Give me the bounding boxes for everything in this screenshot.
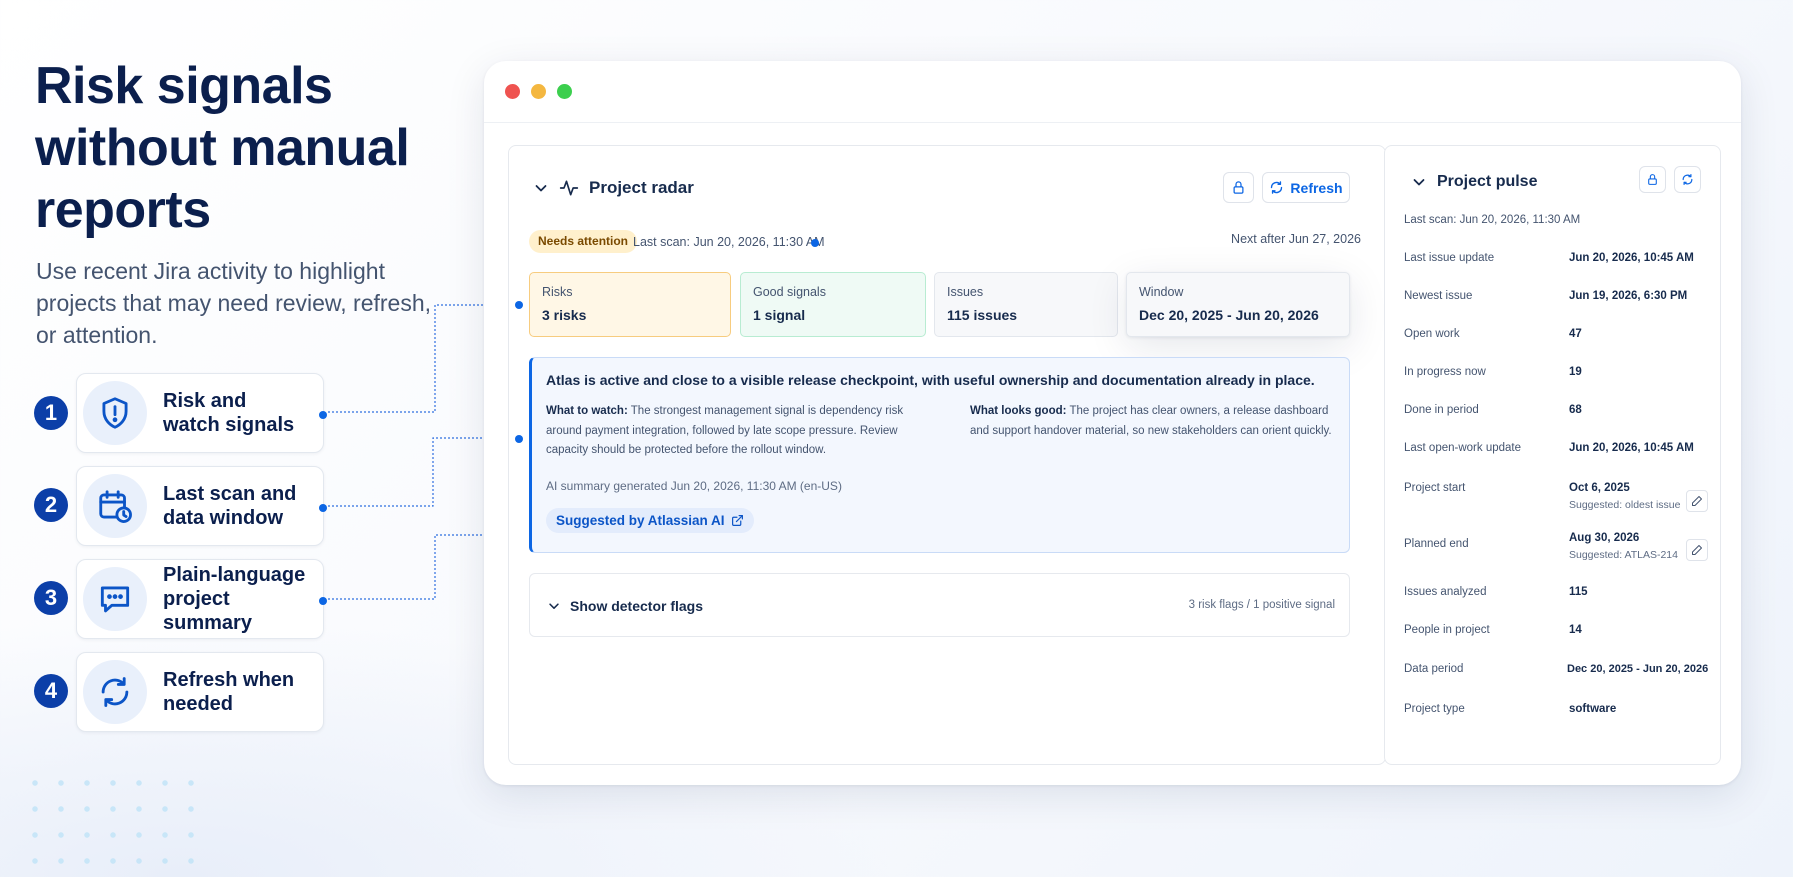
pulse-row-suggestion: Suggested: oldest issue — [1569, 499, 1681, 511]
stat-good-signals: Good signals 1 signal — [740, 272, 926, 337]
pulse-row-value: Dec 20, 2025 - Jun 20, 2026 — [1567, 663, 1709, 675]
summary-generated-time: AI summary generated Jun 20, 2026, 11:30… — [546, 479, 842, 493]
connector-dot — [515, 301, 523, 309]
calendar-clock-icon — [83, 474, 147, 538]
activity-pulse-icon — [559, 180, 579, 196]
pulse-row-label: Project type — [1404, 703, 1465, 715]
pulse-row-label: Issues analyzed — [1404, 586, 1487, 598]
feature-number-2: 2 — [34, 488, 68, 522]
window-close-button[interactable] — [505, 84, 520, 99]
what-looks-good: What looks good: The project has clear o… — [970, 405, 1332, 437]
pulse-row-value: 68 — [1569, 404, 1582, 416]
stat-window: Window Dec 20, 2025 - Jun 20, 2026 — [1126, 272, 1350, 337]
refresh-button[interactable]: Refresh — [1262, 172, 1350, 203]
edit-planned-end-button[interactable] — [1686, 539, 1708, 561]
feature-label: Refresh when needed — [163, 669, 295, 715]
radar-title: Project radar — [589, 178, 694, 197]
pulse-row-label: People in project — [1404, 624, 1490, 636]
pulse-row-value: Jun 20, 2026, 10:45 AM — [1569, 442, 1694, 454]
feature-label: Plain-language project summary — [163, 564, 306, 634]
pulse-header[interactable]: Project pulse — [1411, 173, 1537, 191]
pencil-icon — [1692, 545, 1702, 555]
pulse-row-value: Jun 19, 2026, 6:30 PM — [1569, 290, 1688, 302]
project-pulse-panel: Project pulse Last scan: Jun 20, 2026, 1… — [1384, 145, 1721, 765]
pulse-row-value: 14 — [1569, 624, 1582, 636]
lock-icon — [1648, 174, 1657, 185]
app-window: Project radar Refresh Needs attention La… — [484, 61, 1741, 785]
suggested-by-ai-link[interactable]: Suggested by Atlassian AI — [546, 508, 754, 533]
feature-label: Risk and watch signals — [163, 390, 295, 436]
lock-button[interactable] — [1223, 172, 1254, 203]
radar-header[interactable]: Project radar — [533, 178, 694, 198]
pulse-row-suggestion: Suggested: ATLAS-214 — [1569, 549, 1678, 561]
feature-label: Last scan and data window — [163, 483, 297, 529]
window-maximize-button[interactable] — [557, 84, 572, 99]
feature-card-risk-signals: Risk and watch signals — [76, 373, 327, 453]
external-link-icon — [731, 515, 743, 526]
refresh-icon — [83, 660, 147, 724]
hero-title: Risk signals without manual reports — [35, 57, 410, 239]
what-to-watch: What to watch: The strongest management … — [546, 405, 904, 456]
pulse-row-label: Done in period — [1404, 404, 1479, 416]
window-titlebar — [484, 61, 1741, 123]
feature-number-1: 1 — [34, 396, 68, 430]
stat-issues: Issues 115 issues — [934, 272, 1118, 337]
chat-bubble-icon — [83, 567, 147, 631]
pencil-icon — [1692, 496, 1702, 506]
refresh-label: Refresh — [1290, 179, 1343, 196]
pulse-title: Project pulse — [1437, 173, 1538, 190]
pulse-row-label: Planned end — [1404, 538, 1469, 550]
detector-flags-toggle[interactable]: Show detector flags 3 risk flags / 1 pos… — [529, 573, 1350, 637]
window-minimize-button[interactable] — [531, 84, 546, 99]
connector-dot — [515, 435, 523, 443]
project-radar-panel: Project radar Refresh Needs attention La… — [508, 145, 1386, 765]
pulse-row-value: 19 — [1569, 366, 1582, 378]
decorative-dot-grid — [22, 770, 202, 877]
chevron-down-icon[interactable] — [1411, 174, 1427, 190]
refresh-icon — [1271, 181, 1283, 194]
pulse-row-label: In progress now — [1404, 366, 1486, 378]
shield-alert-icon — [83, 381, 147, 445]
pulse-row-value: 115 — [1569, 586, 1588, 598]
pulse-last-scan: Last scan: Jun 20, 2026, 11:30 AM — [1404, 214, 1581, 226]
chevron-down-icon — [549, 603, 559, 609]
hero-subtitle: Use recent Jira activity to highlight pr… — [36, 258, 432, 348]
pulse-row-label: Newest issue — [1404, 290, 1473, 302]
chevron-down-icon[interactable] — [533, 180, 549, 196]
next-scan-text: Next after Jun 27, 2026 — [1231, 232, 1361, 246]
connector-dot — [319, 411, 327, 419]
pulse-row-value: Oct 6, 2025 — [1569, 482, 1630, 494]
pulse-row-label: Last open-work update — [1404, 442, 1521, 454]
feature-card-summary: Plain-language project summary — [76, 559, 327, 639]
last-scan-text: Last scan: Jun 20, 2026, 11:30 AM — [633, 235, 825, 249]
feature-card-refresh: Refresh when needed — [76, 652, 324, 732]
detector-flags-title: Show detector flags — [570, 598, 704, 614]
feature-card-last-scan: Last scan and data window — [76, 466, 327, 546]
status-badge: Needs attention — [529, 230, 638, 253]
refresh-icon — [1682, 174, 1693, 185]
connector-dot — [811, 239, 819, 247]
pulse-refresh-button[interactable] — [1674, 166, 1701, 193]
ai-summary-card: Atlas is active and close to a visible r… — [529, 357, 1350, 553]
summary-headline: Atlas is active and close to a visible r… — [546, 372, 1315, 388]
feature-number-4: 4 — [34, 674, 68, 708]
pulse-row-label: Data period — [1404, 663, 1464, 675]
pulse-row-label: Last issue update — [1404, 252, 1495, 264]
pulse-row-value: Jun 20, 2026, 10:45 AM — [1569, 252, 1694, 264]
feature-number-3: 3 — [34, 581, 68, 615]
pulse-row-label: Open work — [1404, 328, 1460, 340]
edit-project-start-button[interactable] — [1686, 490, 1708, 512]
pulse-row-value: software — [1569, 703, 1617, 715]
pulse-row-value: Aug 30, 2026 — [1569, 532, 1640, 544]
lock-icon — [1233, 181, 1244, 194]
pulse-row-value: 47 — [1569, 328, 1582, 340]
connector-dot — [319, 504, 327, 512]
pulse-lock-button[interactable] — [1639, 166, 1666, 193]
detector-flags-count: 3 risk flags / 1 positive signal — [1188, 599, 1335, 611]
stat-risks: Risks 3 risks — [529, 272, 731, 337]
pulse-row-label: Project start — [1404, 482, 1466, 494]
connector-dot — [319, 597, 327, 605]
